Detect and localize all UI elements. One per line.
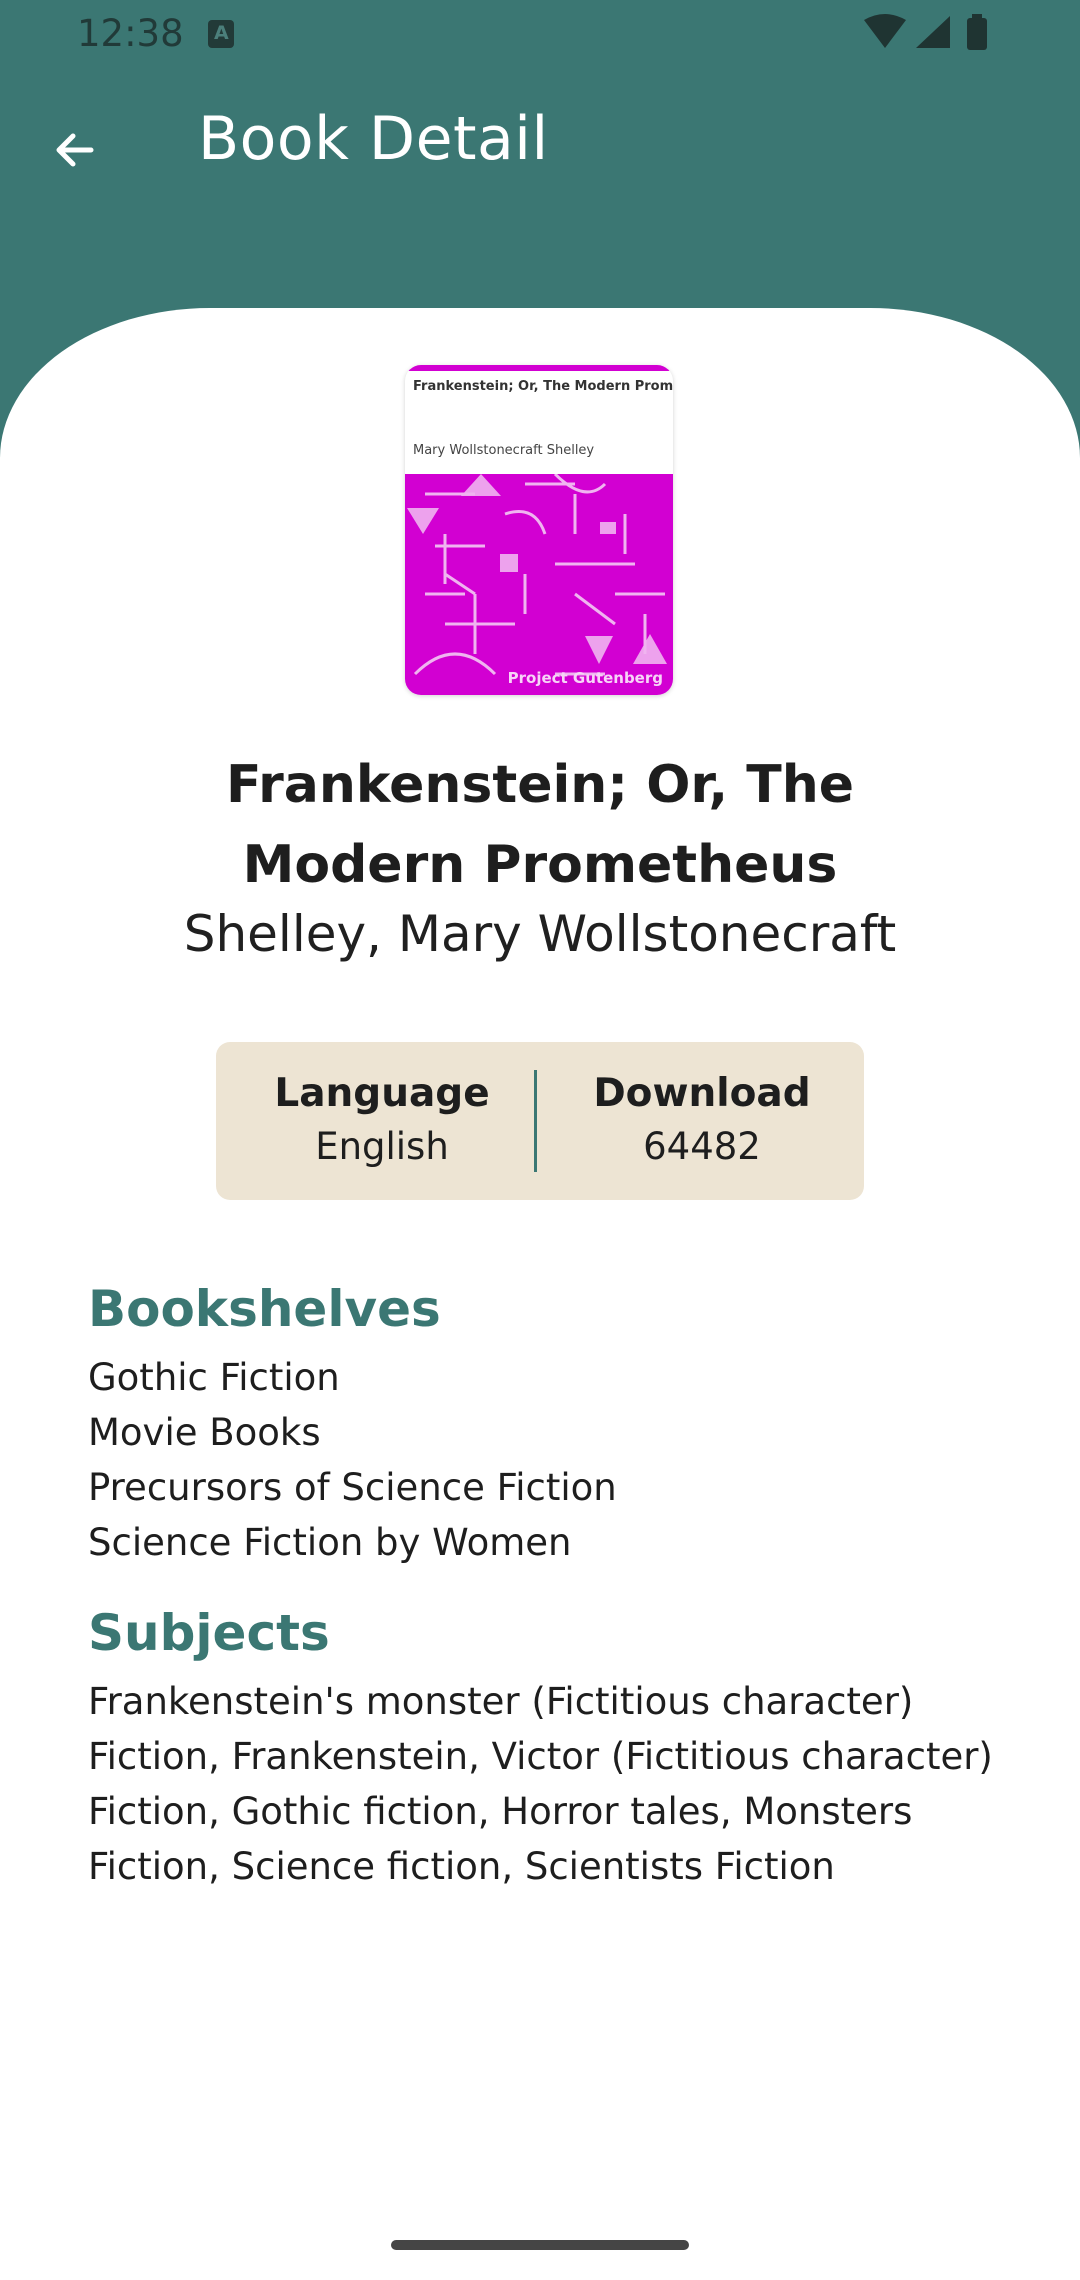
info-divider	[534, 1070, 537, 1172]
back-button[interactable]	[40, 115, 110, 185]
book-cover-image[interactable]: Frankenstein; Or, The Modern Prometheus …	[405, 365, 673, 695]
cover-top-bar	[405, 365, 673, 371]
battery-icon	[967, 18, 987, 50]
subject-item: Frankenstein's monster (Fictitious chara…	[88, 1680, 914, 1723]
language-label: Language	[274, 1071, 490, 1116]
subjects-heading: Subjects	[88, 1604, 330, 1662]
arrow-back-icon	[56, 133, 94, 167]
cover-author: Mary Wollstonecraft Shelley	[413, 443, 595, 458]
subject-item: Fiction, Science fiction, Scientists Fic…	[88, 1845, 835, 1888]
book-title: Frankenstein; Or, The Modern Prometheus	[225, 755, 855, 895]
subject-item: Fiction, Frankenstein, Victor (Fictitiou…	[88, 1735, 993, 1778]
status-time: 12:38	[77, 12, 184, 55]
toolbar: Book Detail	[0, 70, 1080, 215]
subject-item: Fiction, Gothic fiction, Horror tales, M…	[88, 1790, 913, 1833]
cover-publisher: Project Gutenberg	[507, 669, 663, 687]
download-label: Download	[593, 1071, 811, 1116]
page-title: Book Detail	[198, 104, 549, 174]
app-notification-icon	[208, 20, 234, 48]
language-value: English	[315, 1125, 449, 1168]
cover-title: Frankenstein; Or, The Modern Prometheus	[413, 379, 673, 394]
book-author: Shelley, Mary Wollstonecraft	[183, 905, 897, 963]
bookshelf-item: Movie Books	[88, 1411, 321, 1454]
status-icons	[864, 14, 987, 50]
language-info: Language English	[232, 1068, 532, 1174]
subjects-list: Frankenstein's monster (Fictitious chara…	[88, 1674, 1048, 1894]
bookshelves-heading: Bookshelves	[88, 1280, 441, 1338]
bookshelf-item: Precursors of Science Fiction	[88, 1466, 617, 1509]
wifi-icon	[864, 14, 906, 48]
bookshelf-item: Gothic Fiction	[88, 1356, 340, 1399]
status-bar: 12:38	[0, 0, 1080, 70]
signal-icon	[916, 16, 950, 48]
cover-art	[405, 474, 673, 695]
download-info: Download 64482	[552, 1068, 852, 1174]
book-info-card: Language English Download 64482	[216, 1042, 864, 1200]
bookshelves-list: Gothic Fiction Movie Books Precursors of…	[88, 1350, 1048, 1570]
download-count: 64482	[643, 1125, 761, 1168]
gesture-nav-handle[interactable]	[391, 2240, 689, 2250]
bookshelf-item: Science Fiction by Women	[88, 1521, 572, 1564]
